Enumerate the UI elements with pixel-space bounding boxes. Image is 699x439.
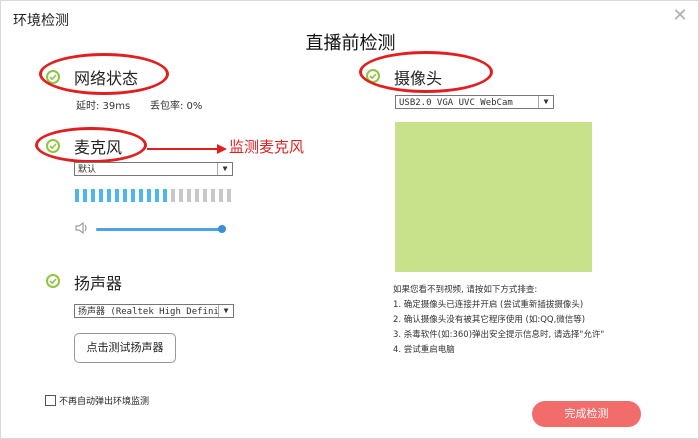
speaker-select-value: 扬声器 (Realtek High Definition — [78, 307, 234, 317]
level-bar — [155, 189, 159, 202]
no-auto-popup-label: 不再自动弹出环境监测 — [59, 397, 150, 407]
environment-check-window: 环境检测 ✕ 直播前检测 网络状态 延时: 39ms 丢包率: 0% 麦克风 监… — [0, 0, 699, 439]
camera-troubleshoot-tips: 如果您看不到视频, 请按如下方式排查: 1. 确定摄像头已连接并开启 (尝试重新… — [393, 283, 604, 358]
close-icon[interactable]: ✕ — [669, 5, 691, 27]
packet-loss-text: 丢包率: 0% — [150, 101, 203, 112]
level-bar — [115, 189, 119, 202]
level-bar — [131, 189, 135, 202]
level-bar — [219, 189, 223, 202]
tip-line: 3. 杀毒软件(如:360)弹出安全提示信息时, 请选择"允许" — [393, 330, 605, 340]
camera-select-value: USB2.0 VGA UVC WebCam — [399, 98, 513, 108]
level-bar — [171, 189, 175, 202]
level-bar — [203, 189, 207, 202]
level-bar — [163, 189, 167, 202]
level-bar — [227, 189, 231, 202]
speaker-volume-icon — [75, 222, 87, 234]
camera-preview — [395, 122, 592, 272]
level-bar — [147, 189, 151, 202]
speaker-select[interactable]: 扬声器 (Realtek High Definition ▼ — [74, 304, 234, 318]
level-bar — [83, 189, 87, 202]
latency-text: 延时: 39ms — [76, 101, 131, 112]
microphone-level-meter — [75, 189, 235, 203]
microphone-select-value: 默认 — [78, 165, 97, 175]
tip-line: 如果您看不到视频, 请按如下方式排查: — [393, 285, 538, 295]
camera-select[interactable]: USB2.0 VGA UVC WebCam ▼ — [395, 95, 554, 109]
annotation-arrow — [147, 144, 227, 154]
level-bar — [107, 189, 111, 202]
level-bar — [195, 189, 199, 202]
chevron-down-icon: ▼ — [217, 163, 232, 175]
window-title: 环境检测 — [13, 13, 69, 29]
level-bar — [99, 189, 103, 202]
page-title: 直播前检测 — [305, 33, 396, 54]
tip-line: 1. 确定摄像头已连接并开启 (尝试重新插拔摄像头) — [393, 300, 584, 310]
level-bar — [211, 189, 215, 202]
level-bar — [187, 189, 191, 202]
level-bar — [91, 189, 95, 202]
speaker-label: 扬声器 — [74, 274, 123, 293]
highlight-oval-network — [39, 53, 169, 95]
chevron-down-icon: ▼ — [218, 305, 233, 317]
test-speaker-button[interactable]: 点击测试扬声器 — [74, 333, 176, 363]
highlight-oval-camera — [359, 51, 493, 93]
no-auto-popup-checkbox[interactable] — [45, 395, 56, 406]
finish-check-button[interactable]: 完成检测 — [532, 401, 641, 427]
level-bar — [179, 189, 183, 202]
volume-slider-handle[interactable] — [218, 225, 226, 233]
tip-line: 2. 确认摄像头没有被其它程序使用 (如:QQ,微信等) — [393, 315, 586, 325]
level-bar — [123, 189, 127, 202]
level-bar — [75, 189, 79, 202]
volume-slider-track[interactable] — [96, 228, 222, 231]
tip-line: 4. 尝试重启电脑 — [393, 345, 455, 355]
chevron-down-icon: ▼ — [538, 96, 553, 108]
annotation-text: 监测麦克风 — [229, 138, 305, 156]
speaker-check-icon — [46, 274, 60, 288]
microphone-select[interactable]: 默认 ▼ — [74, 162, 233, 176]
level-bar — [139, 189, 143, 202]
highlight-oval-microphone — [35, 127, 147, 163]
